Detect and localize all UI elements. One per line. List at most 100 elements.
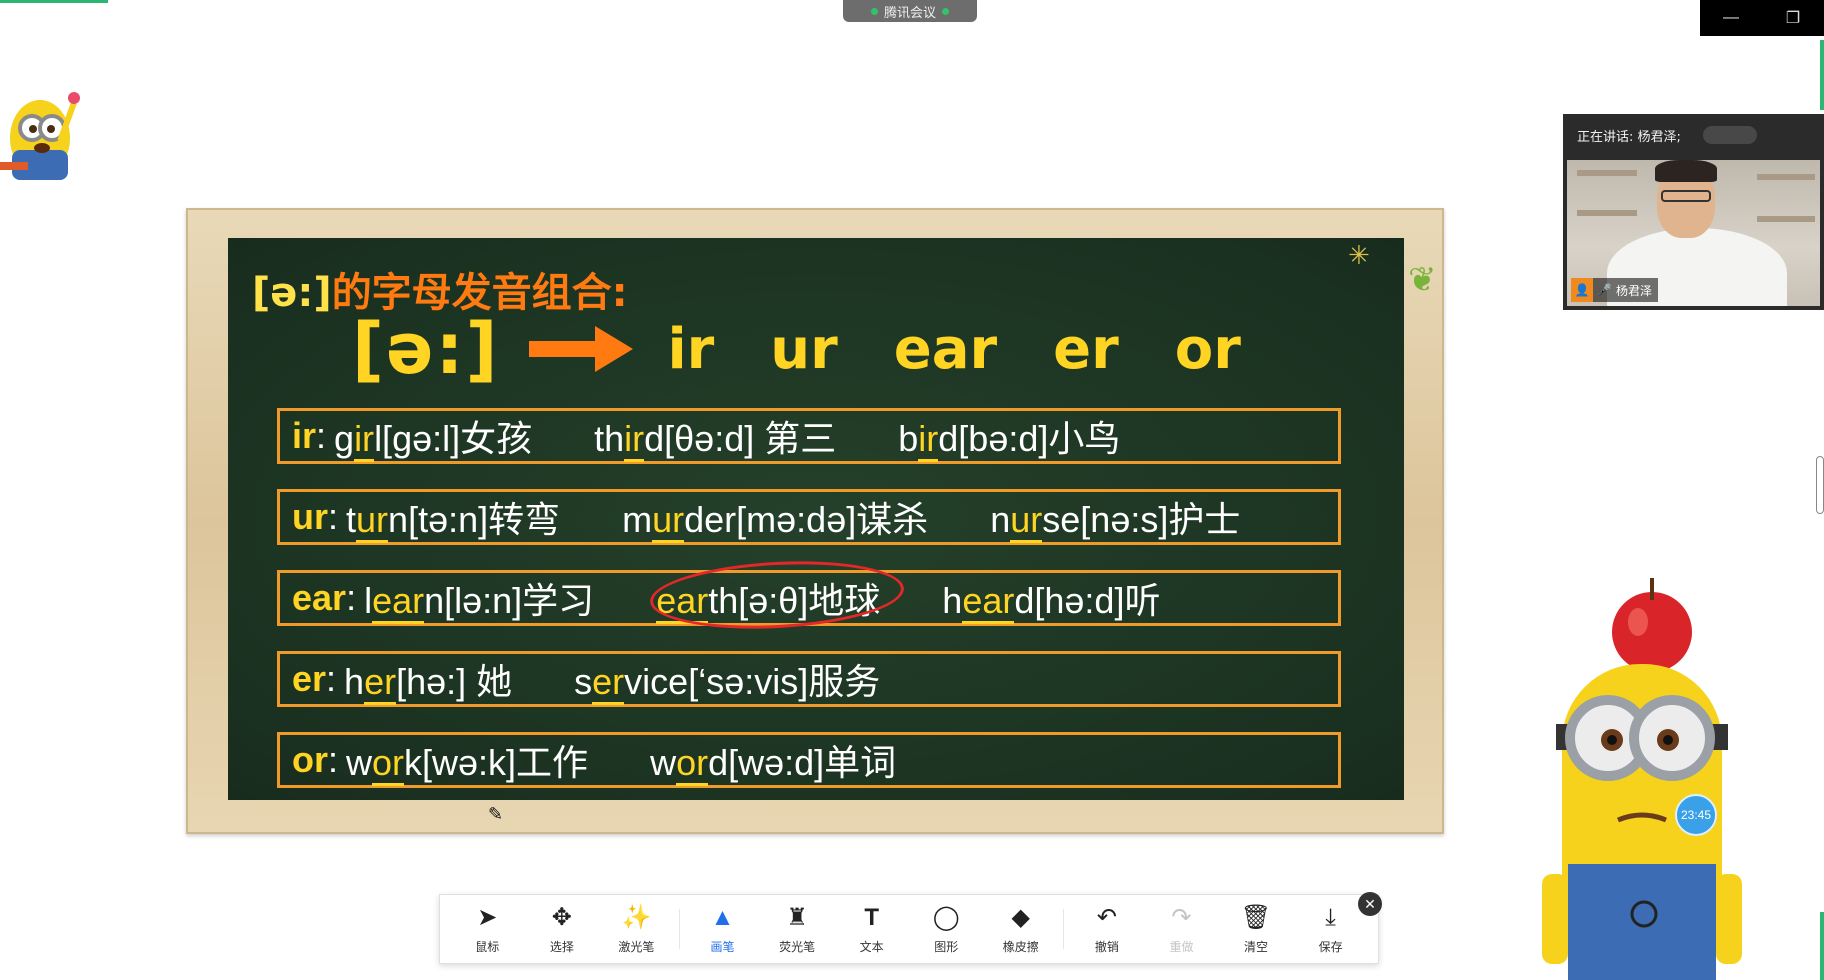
laser-pointer-tool[interactable]: ✨ 激光笔: [604, 904, 668, 955]
example-word: girl[gə:l]女孩: [334, 410, 532, 462]
right-accent-bar-bottom: [1820, 912, 1824, 980]
speaker-panel[interactable]: 正在讲话: 杨君泽; 👤 🎤 杨君泽: [1563, 114, 1824, 310]
signal-icon: [870, 7, 878, 15]
whiteboard-toolbar: ➤ 鼠标 ✥ 选择 ✨ 激光笔 ▲ 画笔 ♜ 荧光笔 T 文本 ◯ 图形 ◆ 橡…: [439, 894, 1379, 964]
window-controls: — ❐: [1700, 0, 1824, 36]
highlighter-tool[interactable]: ♜ 荧光笔: [765, 904, 829, 955]
undo-icon: ↶: [1096, 903, 1117, 931]
restore-button[interactable]: ❐: [1773, 8, 1813, 28]
pen-cursor-icon: ✎: [488, 804, 504, 824]
text-t-icon: T: [864, 903, 879, 931]
word-prefix: th: [594, 418, 625, 459]
example-word: bird[bə:d]小鸟: [898, 410, 1120, 462]
minimize-button[interactable]: —: [1711, 9, 1751, 27]
word-suffix: der[mə:də]谋杀: [684, 499, 929, 540]
example-word: word[wə:d]单词: [650, 734, 896, 786]
blackboard[interactable]: ✳ [ə:]的字母发音组合: [ə:] ir ur ear er or ir: g…: [228, 238, 1404, 800]
pen-icon: ▲: [710, 903, 735, 931]
right-accent-bar: [1820, 40, 1824, 110]
word-prefix: w: [346, 742, 373, 783]
word-prefix: l: [364, 580, 373, 621]
row-colon: :: [316, 415, 327, 456]
save-button[interactable]: ⤓ 保存: [1299, 904, 1363, 955]
example-row-er: er: her[hə:] 她 service[‘sə:vis]服务: [277, 651, 1341, 707]
laser-tool-label: 激光笔: [618, 939, 655, 954]
redo-icon: ↷: [1171, 903, 1192, 931]
undo-button[interactable]: ↶ 撤销: [1075, 904, 1139, 955]
redo-button[interactable]: ↷ 重做: [1149, 904, 1213, 955]
close-toolbar-button[interactable]: ✕: [1358, 892, 1382, 916]
highlighter-tool-label: 荧光笔: [779, 939, 816, 954]
row-key: er: [292, 658, 327, 699]
word-highlight: ur: [356, 499, 389, 543]
word-highlight: or: [372, 742, 405, 786]
word-suffix: n[tə:n]转弯: [388, 499, 561, 540]
example-word: work[wə:k]工作: [346, 734, 588, 786]
row-colon: :: [328, 739, 339, 780]
example-word: her[hə:] 她: [344, 653, 512, 705]
shelf-decor: [1757, 216, 1815, 222]
cursor-arrow-icon: ➤: [477, 903, 498, 931]
word-suffix: n[lə:n]学习: [424, 580, 595, 621]
mouse-tool[interactable]: ➤ 鼠标: [455, 904, 519, 955]
word-highlight: ear: [372, 580, 425, 624]
word-highlight: ur: [1010, 499, 1043, 543]
select-tool[interactable]: ✥ 选择: [530, 904, 594, 955]
row-key: or: [292, 739, 328, 780]
shelf-decor: [1757, 174, 1815, 180]
example-row-ur: ur: turn[tə:n]转弯 murder[mə:də]谋杀 nurse[nə:s…: [277, 489, 1341, 545]
row-colon: :: [328, 496, 339, 537]
word-suffix: se[nə:s]护士: [1042, 499, 1241, 540]
word-highlight: or: [676, 742, 709, 786]
user-icon: 👤: [1571, 278, 1593, 302]
word-highlight: ir: [354, 418, 375, 462]
clear-label: 清空: [1244, 939, 1269, 954]
text-tool[interactable]: T 文本: [840, 904, 904, 955]
word-suffix: vice[‘sə:vis]服务: [624, 661, 881, 702]
eraser-tool[interactable]: ◆ 橡皮擦: [989, 904, 1053, 955]
magic-wand-icon: ✨: [621, 903, 652, 931]
shape-tool[interactable]: ◯ 图形: [914, 904, 978, 955]
word-prefix: s: [574, 661, 593, 702]
plant-decor-icon: ❦: [1408, 261, 1437, 299]
word-prefix: n: [990, 499, 1011, 540]
word-suffix: [hə:] 她: [396, 661, 513, 702]
clear-button[interactable]: 🗑 清空: [1224, 904, 1288, 955]
word-prefix: b: [898, 418, 919, 459]
word-highlight: ir: [624, 418, 645, 462]
word-prefix: g: [334, 418, 355, 459]
top-accent-bar: [0, 0, 108, 3]
word-prefix: h: [344, 661, 365, 702]
example-rows: ir: girl[gə:l]女孩 third[θə:d] 第三 bird[bə:d]小…: [277, 408, 1341, 788]
word-suffix: d[bə:d]小鸟: [938, 418, 1121, 459]
word-prefix: m: [622, 499, 653, 540]
example-row-ir: ir: girl[gə:l]女孩 third[θə:d] 第三 bird[bə:d]小…: [277, 408, 1341, 464]
arrow-right-icon: [529, 326, 634, 372]
red-circle-annotation: [648, 555, 906, 635]
combo-label: ur: [770, 316, 838, 382]
combo-label: ear: [893, 316, 998, 382]
toolbar-divider: [1063, 909, 1065, 949]
meeting-title-pill[interactable]: 腾讯会议: [843, 0, 977, 22]
leaf-decor-icon: ✳: [1348, 240, 1370, 270]
example-word: earth[ə:θ]地球: [648, 555, 906, 635]
status-dot-icon: [942, 7, 949, 15]
highlighter-icon: ♜: [786, 903, 808, 931]
row-key: ir: [292, 415, 317, 456]
circle-shape-icon: ◯: [932, 903, 960, 931]
row-key: ur: [292, 496, 328, 537]
speaker-header: 正在讲话: 杨君泽;: [1563, 114, 1824, 156]
word-suffix: d[θə:d] 第三: [644, 418, 837, 459]
mouse-tool-label: 鼠标: [475, 939, 500, 954]
combo-label: or: [1174, 316, 1241, 382]
word-prefix: h: [942, 580, 963, 621]
scrollbar-handle[interactable]: [1816, 456, 1824, 514]
glasses: [1661, 190, 1711, 202]
combo-label: ir: [667, 316, 715, 382]
undo-label: 撤销: [1094, 939, 1119, 954]
person-hair: [1655, 160, 1717, 182]
timer-badge[interactable]: 23:45: [1675, 794, 1717, 836]
example-row-ear: ear: learn[lə:n]学习 earth[ə:θ]地球 heard[hə:d]…: [277, 555, 1341, 635]
pen-tool[interactable]: ▲ 画笔: [691, 904, 755, 955]
speaker-video[interactable]: 👤 🎤 杨君泽: [1567, 160, 1820, 306]
